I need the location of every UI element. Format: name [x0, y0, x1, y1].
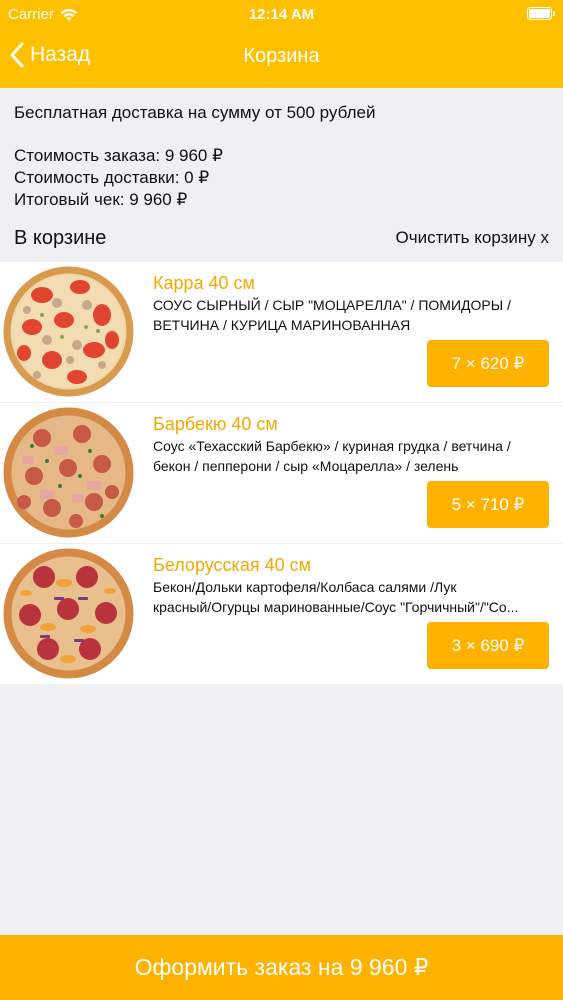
clear-cart-button[interactable]: Очистить корзину x — [396, 228, 549, 248]
cart-item: Барбекю 40 см Соус «Техасский Барбекю» /… — [0, 403, 563, 543]
cart-heading: В корзине — [14, 227, 107, 249]
item-description: СОУС СЫРНЫЙ / СЫР "МОЦАРЕЛЛА" / ПОМИДОРЫ… — [153, 297, 511, 333]
pizza-image — [2, 265, 135, 398]
battery-icon — [527, 7, 555, 20]
navigation-header: Carrier 12:14 AM Назад Корзина — [0, 0, 563, 88]
item-description: Соус «Техасский Барбекю» / куриная грудк… — [153, 438, 511, 474]
order-cost: Стоимость заказа: 9 960 ₽ — [14, 146, 223, 165]
item-description: Бекон/Дольки картофеля/Колбаса салями /Л… — [153, 579, 519, 615]
item-price-button[interactable]: 3 × 690 ₽ — [427, 622, 549, 669]
order-summary: Бесплатная доставка на сумму от 500 рубл… — [0, 88, 563, 260]
cart-item: Белорусская 40 см Бекон/Дольки картофеля… — [0, 544, 563, 684]
status-bar: Carrier 12:14 AM — [0, 0, 563, 30]
item-name: Карра 40 см — [153, 273, 255, 293]
total-cost: Итоговый чек: 9 960 ₽ — [14, 190, 188, 209]
page-title: Корзина — [243, 45, 320, 67]
checkout-button[interactable]: Оформить заказ на 9 960 ₽ — [0, 935, 563, 1000]
item-price-button[interactable]: 5 × 710 ₽ — [427, 481, 549, 528]
item-name: Белорусская 40 см — [153, 555, 311, 575]
item-price-button[interactable]: 7 × 620 ₽ — [427, 340, 549, 387]
pizza-image — [2, 406, 135, 539]
delivery-cost: Стоимость доставки: 0 ₽ — [14, 168, 210, 187]
pizza-image — [2, 547, 135, 680]
item-name: Барбекю 40 см — [153, 414, 278, 434]
free-delivery-note: Бесплатная доставка на сумму от 500 рубл… — [14, 103, 376, 122]
totals-block: Стоимость заказа: 9 960 ₽ Стоимость дост… — [14, 145, 223, 211]
status-time: 12:14 AM — [248, 6, 315, 23]
cart-item: Карра 40 см СОУС СЫРНЫЙ / СЫР "МОЦАРЕЛЛА… — [0, 262, 563, 402]
